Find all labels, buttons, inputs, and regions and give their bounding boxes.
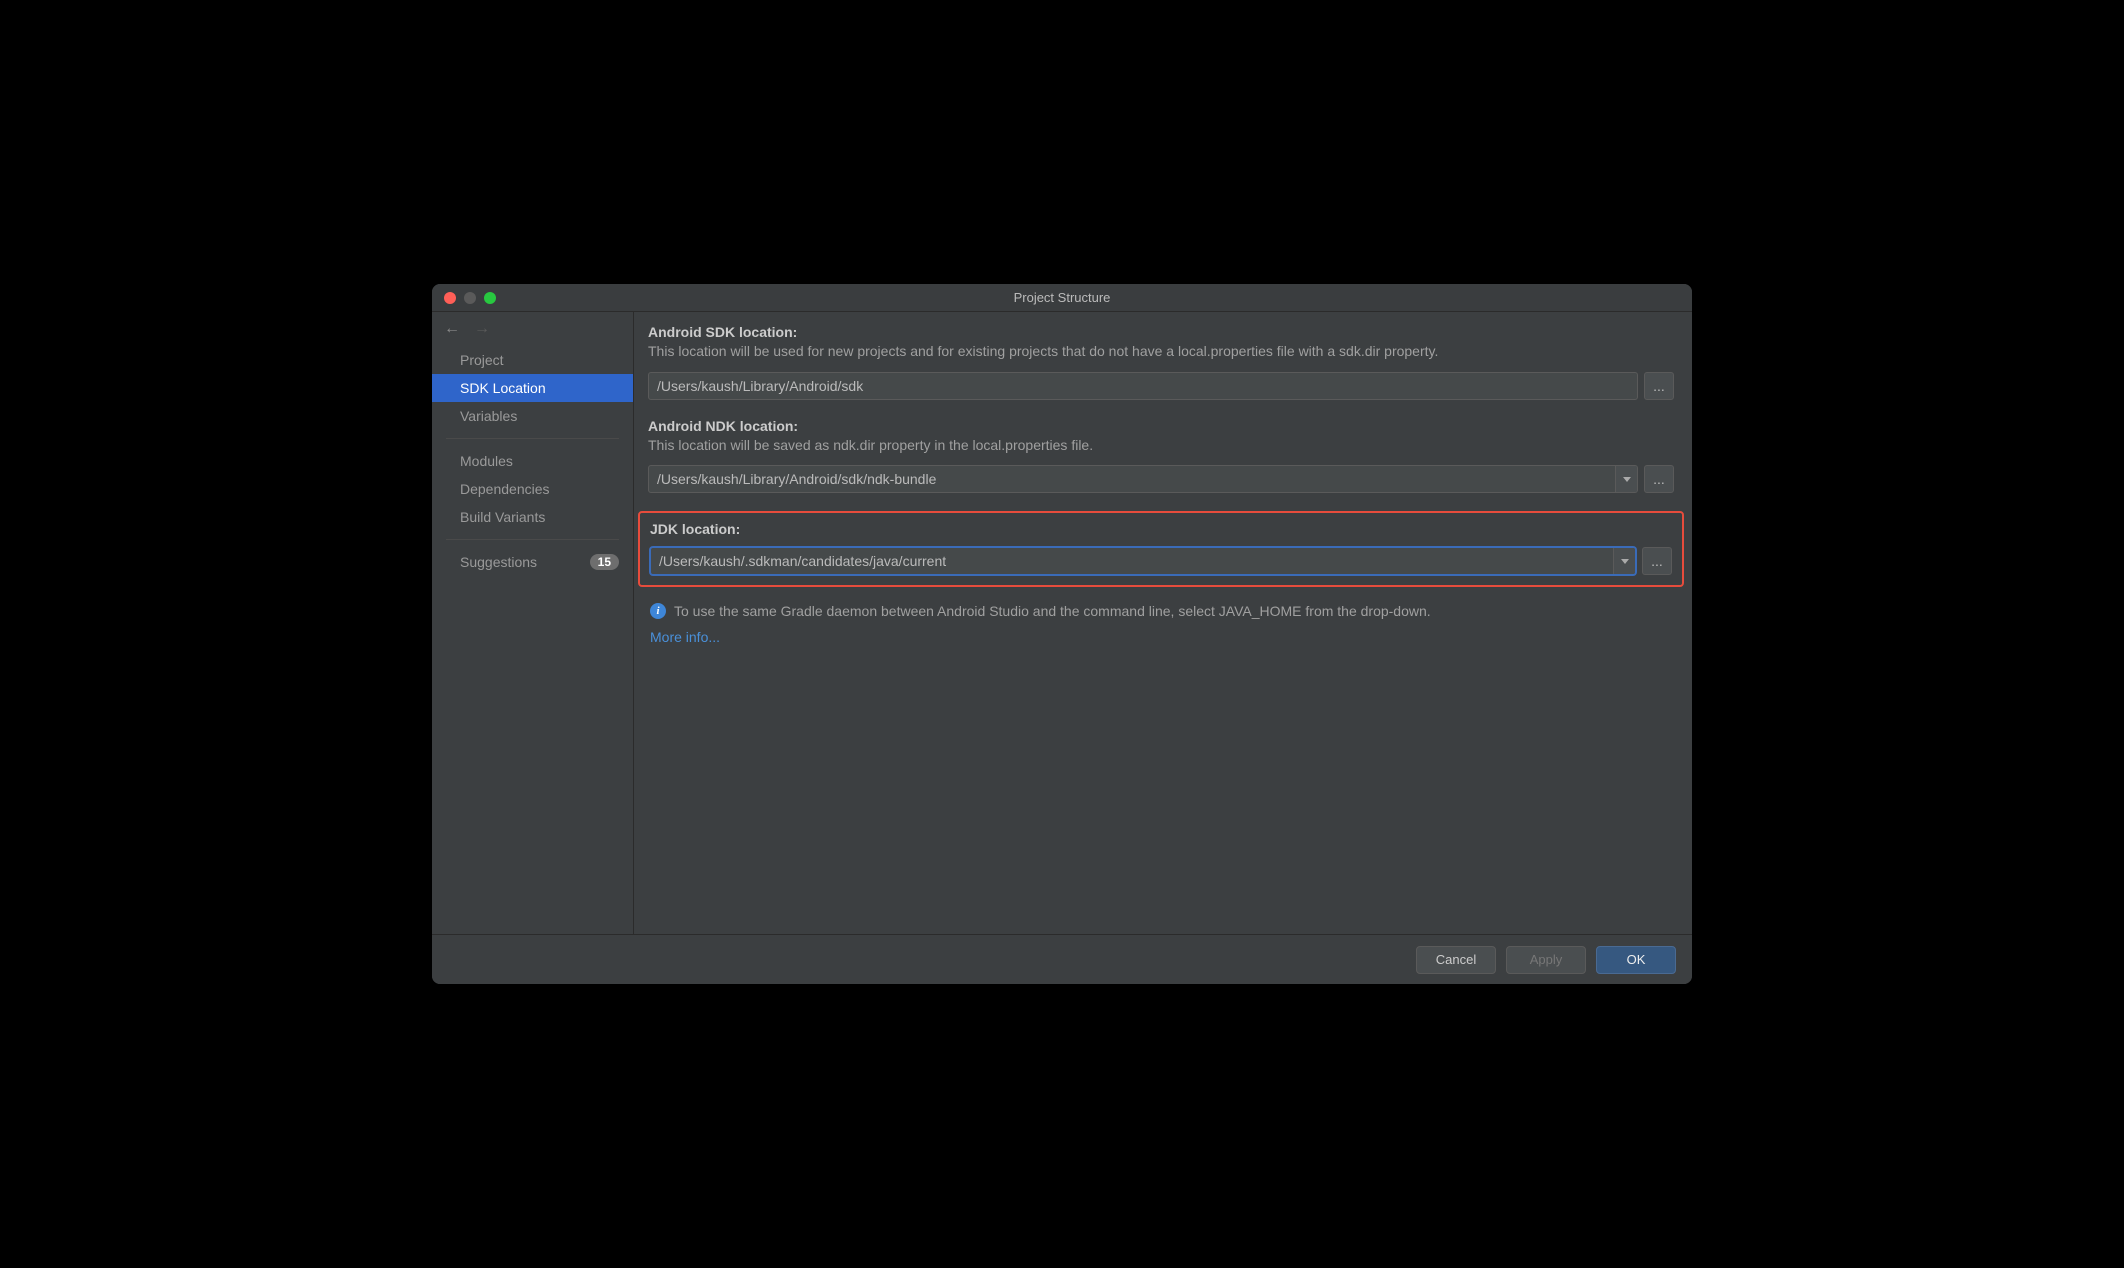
sdk-browse-button[interactable]: ... xyxy=(1644,372,1674,400)
window-body: ← → Project SDK Location Variables Modul… xyxy=(432,312,1692,934)
jdk-input-row: ... xyxy=(650,547,1672,575)
titlebar: Project Structure xyxy=(432,284,1692,312)
project-structure-window: Project Structure ← → Project SDK Locati… xyxy=(432,284,1692,984)
ellipsis-icon: ... xyxy=(1653,471,1665,487)
minimize-window-button[interactable] xyxy=(464,292,476,304)
ndk-input-row: ... xyxy=(648,465,1674,493)
footer: Cancel Apply OK xyxy=(432,934,1692,984)
sidebar-item-label: Dependencies xyxy=(460,481,550,497)
sdk-location-input[interactable] xyxy=(648,372,1638,400)
sidebar-item-modules[interactable]: Modules xyxy=(432,447,633,475)
sidebar-item-project[interactable]: Project xyxy=(432,346,633,374)
ok-button[interactable]: OK xyxy=(1596,946,1676,974)
sidebar-item-label: Modules xyxy=(460,453,513,469)
jdk-location-combo[interactable] xyxy=(650,547,1636,575)
sdk-location-title: Android SDK location: xyxy=(648,324,1674,340)
sidebar-item-variables[interactable]: Variables xyxy=(432,402,633,430)
sidebar-item-label: Variables xyxy=(460,408,517,424)
info-text: To use the same Gradle daemon between An… xyxy=(674,603,1431,619)
ndk-browse-button[interactable]: ... xyxy=(1644,465,1674,493)
ellipsis-icon: ... xyxy=(1651,553,1663,569)
ellipsis-icon: ... xyxy=(1653,378,1665,394)
chevron-down-icon xyxy=(1621,559,1629,564)
sidebar-item-build-variants[interactable]: Build Variants xyxy=(432,503,633,531)
ndk-dropdown-button[interactable] xyxy=(1615,466,1637,492)
sdk-input-row: ... xyxy=(648,372,1674,400)
sidebar-divider xyxy=(446,539,619,540)
apply-button[interactable]: Apply xyxy=(1506,946,1586,974)
jdk-highlighted-section: JDK location: ... xyxy=(638,511,1684,587)
jdk-location-input[interactable] xyxy=(651,548,1613,574)
nav-arrows: ← → xyxy=(432,312,633,344)
sidebar-item-label: SDK Location xyxy=(460,380,546,396)
traffic-lights xyxy=(432,292,496,304)
more-info-link[interactable]: More info... xyxy=(650,629,1674,645)
sidebar: ← → Project SDK Location Variables Modul… xyxy=(432,312,634,934)
sdk-location-desc: This location will be used for new proje… xyxy=(648,342,1674,362)
jdk-dropdown-button[interactable] xyxy=(1613,548,1635,574)
ndk-location-title: Android NDK location: xyxy=(648,418,1674,434)
chevron-down-icon xyxy=(1623,477,1631,482)
ndk-location-input[interactable] xyxy=(649,466,1615,492)
sidebar-item-label: Build Variants xyxy=(460,509,545,525)
ndk-location-desc: This location will be saved as ndk.dir p… xyxy=(648,436,1674,456)
ndk-location-combo[interactable] xyxy=(648,465,1638,493)
jdk-location-title: JDK location: xyxy=(650,521,1672,537)
maximize-window-button[interactable] xyxy=(484,292,496,304)
info-icon: i xyxy=(650,603,666,619)
close-window-button[interactable] xyxy=(444,292,456,304)
sidebar-item-suggestions[interactable]: Suggestions 15 xyxy=(432,548,633,576)
back-arrow-icon[interactable]: ← xyxy=(444,320,460,338)
forward-arrow-icon: → xyxy=(474,320,490,338)
sidebar-list: Project SDK Location Variables Modules D… xyxy=(432,344,633,576)
suggestions-badge: 15 xyxy=(590,554,619,570)
jdk-browse-button[interactable]: ... xyxy=(1642,547,1672,575)
info-row: i To use the same Gradle daemon between … xyxy=(650,603,1672,619)
cancel-button[interactable]: Cancel xyxy=(1416,946,1496,974)
sidebar-item-dependencies[interactable]: Dependencies xyxy=(432,475,633,503)
content-panel: Android SDK location: This location will… xyxy=(634,312,1692,934)
sidebar-item-label: Project xyxy=(460,352,504,368)
window-title: Project Structure xyxy=(1014,290,1111,305)
sidebar-item-label: Suggestions xyxy=(460,554,537,570)
sidebar-divider xyxy=(446,438,619,439)
sidebar-item-sdk-location[interactable]: SDK Location xyxy=(432,374,633,402)
